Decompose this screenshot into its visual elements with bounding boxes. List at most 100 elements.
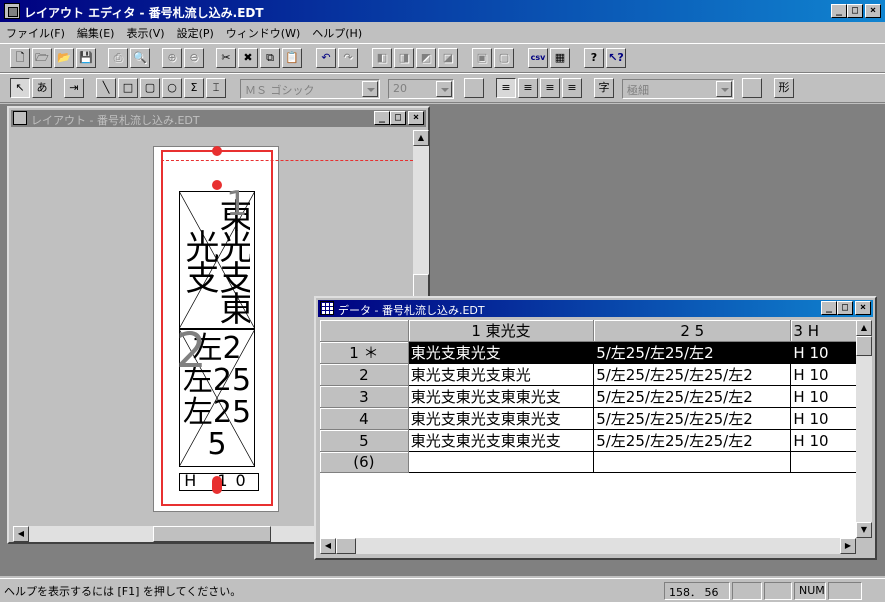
copy-icon[interactable]: ⧉ bbox=[260, 48, 280, 68]
data-window[interactable]: データ - 番号札流し込み.EDT _ □ × 1 東光支 2 5 3 H 1 … bbox=[314, 296, 877, 560]
h-scroll-thumb[interactable] bbox=[153, 526, 271, 542]
table-row[interactable]: (6) bbox=[320, 451, 860, 473]
align-center-icon[interactable]: ≡ bbox=[518, 78, 538, 98]
scroll-up-icon[interactable]: ▲ bbox=[856, 320, 872, 336]
data-grid[interactable]: 1 東光支 2 5 3 H 1 ＊ 東光支東光支 5/左25/左25/左2 H … bbox=[320, 320, 860, 538]
row-header[interactable]: 2 bbox=[320, 363, 409, 386]
row-header[interactable]: 5 bbox=[320, 429, 409, 452]
menu-edit[interactable]: 編集(E) bbox=[71, 22, 121, 42]
corner-cell[interactable] bbox=[320, 320, 409, 342]
blank-button[interactable] bbox=[464, 78, 484, 98]
table-cell[interactable]: 東光支東光支東東光支 bbox=[408, 385, 595, 408]
save-icon[interactable]: 💾 bbox=[76, 48, 96, 68]
weight-select[interactable]: 極細 bbox=[622, 79, 734, 99]
help-icon[interactable]: ? bbox=[584, 48, 604, 68]
column-header[interactable]: 2 5 bbox=[593, 320, 792, 342]
table-cell[interactable]: 5/左25/左25/左25/左2 bbox=[593, 363, 792, 386]
open-template-icon[interactable]: 🗁 bbox=[32, 48, 52, 68]
csv-icon[interactable]: csv bbox=[528, 48, 548, 68]
table-cell[interactable]: 東光支東光支東東光支 bbox=[408, 429, 595, 452]
group-icon[interactable]: ▣ bbox=[472, 48, 492, 68]
layout-close-button[interactable]: × bbox=[408, 111, 424, 125]
table-cell[interactable]: 東光支東光支東光 bbox=[408, 363, 595, 386]
sigma-tool-icon[interactable]: Σ bbox=[184, 78, 204, 98]
table-row[interactable]: 3 東光支東光支東東光支 5/左25/左25/左25/左2 H 10 bbox=[320, 385, 860, 408]
menu-file[interactable]: ファイル(F) bbox=[0, 22, 71, 42]
menu-settings[interactable]: 設定(P) bbox=[171, 22, 220, 42]
cut-icon[interactable]: ✂ bbox=[216, 48, 236, 68]
table-cell[interactable]: 5/左25/左25/左25/左2 bbox=[593, 385, 792, 408]
close-button[interactable]: × bbox=[865, 4, 881, 18]
title-bar[interactable]: レイアウト エディタ - 番号札流し込み.EDT _ □ × bbox=[0, 0, 885, 22]
table-row[interactable]: 1 ＊ 東光支東光支 5/左25/左25/左2 H 10 bbox=[320, 341, 860, 364]
align-left-icon[interactable]: ≡ bbox=[496, 78, 516, 98]
new-file-icon[interactable]: 🗋 bbox=[10, 48, 30, 68]
table-cell[interactable] bbox=[408, 451, 595, 473]
chevron-down-icon[interactable] bbox=[436, 81, 452, 97]
scroll-down-icon[interactable]: ▼ bbox=[856, 522, 872, 538]
table-cell[interactable]: H 10 bbox=[790, 407, 860, 430]
zoom-out-icon[interactable]: ⊖ bbox=[184, 48, 204, 68]
rectangle-tool-icon[interactable]: □ bbox=[118, 78, 138, 98]
table-cell[interactable]: 5/左25/左25/左25/左2 bbox=[593, 407, 792, 430]
layout-maximize-button[interactable]: □ bbox=[390, 111, 406, 125]
menu-window[interactable]: ウィンドウ(W) bbox=[220, 22, 306, 42]
backward-icon[interactable]: ◪ bbox=[438, 48, 458, 68]
table-cell[interactable] bbox=[593, 451, 792, 473]
handle-top[interactable] bbox=[212, 146, 222, 156]
table-row[interactable]: 5 東光支東光支東東光支 5/左25/左25/左25/左2 H 10 bbox=[320, 429, 860, 452]
row-header[interactable]: (6) bbox=[320, 451, 409, 473]
print-icon[interactable]: ⎙ bbox=[108, 48, 128, 68]
bring-front-icon[interactable]: ◧ bbox=[372, 48, 392, 68]
column-header[interactable]: 1 東光支 bbox=[408, 320, 595, 342]
table-cell[interactable]: H 10 bbox=[790, 363, 860, 386]
rounded-rect-tool-icon[interactable]: ▢ bbox=[140, 78, 160, 98]
minimize-button[interactable]: _ bbox=[831, 4, 847, 18]
data-maximize-button[interactable]: □ bbox=[837, 301, 853, 315]
table-cell[interactable] bbox=[790, 451, 860, 473]
forward-icon[interactable]: ◩ bbox=[416, 48, 436, 68]
table-cell[interactable]: 5/左25/左25/左25/左2 bbox=[593, 429, 792, 452]
column-header[interactable]: 3 H bbox=[790, 320, 860, 342]
layout-window-titlebar[interactable]: レイアウト - 番号札流し込み.EDT _ □ × bbox=[11, 110, 426, 127]
text-tool-icon[interactable]: あ bbox=[32, 78, 52, 98]
data-table-icon[interactable]: ▦ bbox=[550, 48, 570, 68]
select-arrow-icon[interactable]: ↖ bbox=[10, 78, 30, 98]
blank-button-2[interactable] bbox=[742, 78, 762, 98]
scroll-right-icon[interactable]: ▶ bbox=[840, 538, 856, 554]
menu-help[interactable]: ヘルプ(H) bbox=[306, 22, 368, 42]
data-h-scroll-thumb[interactable] bbox=[336, 538, 356, 554]
table-cell[interactable]: 5/左25/左25/左2 bbox=[593, 341, 792, 364]
data-minimize-button[interactable]: _ bbox=[821, 301, 837, 315]
menu-view[interactable]: 表示(V) bbox=[120, 22, 170, 42]
table-cell[interactable]: 東光支東光支東東光支 bbox=[408, 407, 595, 430]
ellipse-tool-icon[interactable]: ○ bbox=[162, 78, 182, 98]
data-horizontal-scrollbar[interactable]: ◀ ▶ bbox=[320, 538, 856, 554]
paste-icon[interactable]: 📋 bbox=[282, 48, 302, 68]
maximize-button[interactable]: □ bbox=[847, 4, 863, 18]
row-header[interactable]: 1 ＊ bbox=[320, 341, 409, 364]
table-cell[interactable]: 東光支東光支 bbox=[408, 341, 595, 364]
selection-frame[interactable] bbox=[161, 150, 273, 506]
shape-button[interactable]: 形 bbox=[774, 78, 794, 98]
send-back-icon[interactable]: ◨ bbox=[394, 48, 414, 68]
context-help-icon[interactable]: ↖? bbox=[606, 48, 626, 68]
handle-field1[interactable] bbox=[212, 180, 222, 190]
print-preview-icon[interactable]: 🔍 bbox=[130, 48, 150, 68]
handle-bottom[interactable] bbox=[212, 476, 222, 494]
redo-icon[interactable]: ↷ bbox=[338, 48, 358, 68]
table-cell[interactable]: H 10 bbox=[790, 341, 860, 364]
row-header[interactable]: 3 bbox=[320, 385, 409, 408]
field-tool-icon[interactable]: ⇥ bbox=[64, 78, 84, 98]
data-scroll-thumb[interactable] bbox=[856, 336, 872, 356]
table-cell[interactable]: H 10 bbox=[790, 429, 860, 452]
chevron-down-icon[interactable] bbox=[362, 81, 378, 97]
chevron-down-icon[interactable] bbox=[716, 81, 732, 97]
char-button[interactable]: 字 bbox=[594, 78, 614, 98]
data-window-titlebar[interactable]: データ - 番号札流し込み.EDT _ □ × bbox=[318, 300, 873, 317]
scroll-left-icon[interactable]: ◀ bbox=[13, 526, 29, 542]
data-vertical-scrollbar[interactable]: ▲ ▼ bbox=[856, 320, 872, 538]
line-tool-icon[interactable]: ╲ bbox=[96, 78, 116, 98]
delete-icon[interactable]: ✖ bbox=[238, 48, 258, 68]
row-header[interactable]: 4 bbox=[320, 407, 409, 430]
